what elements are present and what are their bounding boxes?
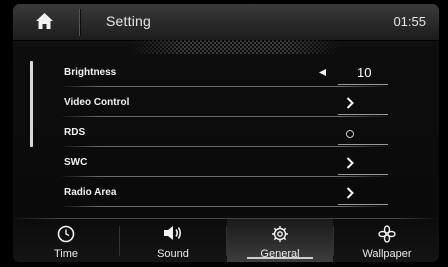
clock-display: 01:55 — [393, 14, 426, 29]
decorative-pattern — [130, 40, 340, 54]
decrease-arrow-icon[interactable] — [319, 69, 326, 76]
head-unit-panel: Setting 01:55 Brightness 10 Video Contro… — [13, 4, 439, 262]
setting-label: SWC — [64, 157, 88, 168]
radio-off-icon[interactable] — [346, 130, 354, 138]
tab-time[interactable]: Time — [13, 219, 119, 262]
setting-row-brightness[interactable]: Brightness 10 — [60, 58, 390, 88]
bottom-tab-bar: Time Sound General Wallpaper — [13, 218, 439, 262]
tab-label: Wallpaper — [362, 248, 412, 260]
value-underline — [338, 84, 388, 85]
flower-icon — [378, 225, 396, 243]
setting-row-swc[interactable]: SWC — [60, 148, 390, 178]
setting-label: Brightness — [64, 67, 117, 78]
setting-label: Radio Area — [64, 187, 117, 198]
tab-label: Time — [53, 248, 79, 260]
chevron-right-icon — [346, 187, 354, 199]
row-divider — [60, 206, 390, 207]
chevron-right-icon — [346, 157, 354, 169]
header-divider — [79, 9, 80, 36]
tab-wallpaper[interactable]: Wallpaper — [334, 219, 439, 262]
tab-general[interactable]: General — [227, 219, 333, 262]
settings-screen: Setting 01:55 Brightness 10 Video Contro… — [0, 0, 448, 267]
top-bar: Setting 01:55 — [13, 4, 439, 41]
setting-row-rds[interactable]: RDS — [60, 118, 390, 148]
control-underline — [338, 174, 388, 175]
setting-label: RDS — [64, 127, 86, 138]
home-icon — [36, 13, 53, 29]
row-divider — [60, 86, 390, 87]
brightness-value: 10 — [357, 65, 372, 80]
control-underline — [338, 144, 388, 145]
row-divider — [60, 116, 390, 117]
tab-sound[interactable]: Sound — [120, 219, 226, 262]
chevron-right-icon — [346, 97, 354, 109]
control-underline — [338, 204, 388, 205]
scrollbar[interactable] — [30, 61, 33, 147]
page-title: Setting — [106, 13, 151, 29]
tab-label: Sound — [157, 248, 189, 260]
row-divider — [60, 176, 390, 177]
tab-label: General — [260, 248, 300, 260]
setting-row-radio-area[interactable]: Radio Area — [60, 178, 390, 208]
setting-label: Video Control — [64, 97, 130, 108]
home-button[interactable] — [13, 4, 79, 40]
clock-icon — [57, 225, 75, 243]
gear-icon — [272, 226, 288, 242]
row-divider — [60, 146, 390, 147]
speaker-icon — [164, 226, 182, 240]
control-underline — [338, 114, 388, 115]
setting-row-video-control[interactable]: Video Control — [60, 88, 390, 118]
